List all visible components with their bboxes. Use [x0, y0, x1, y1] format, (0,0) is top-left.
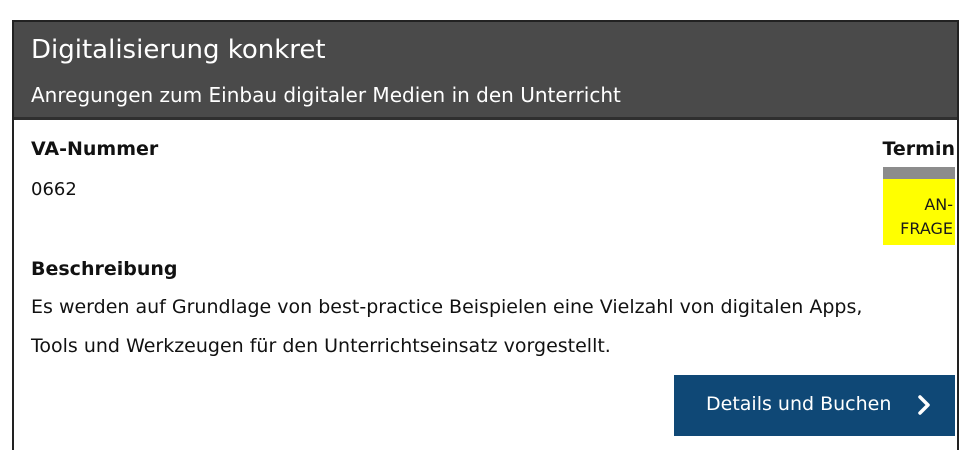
- termin-label: Termin: [882, 138, 955, 160]
- termin-badge-bar: [883, 167, 955, 179]
- va-number-label: VA-Nummer: [31, 138, 159, 160]
- details-and-book-button[interactable]: Details und Buchen: [674, 375, 955, 436]
- course-card: Digitalisierung konkret Anregungen zum E…: [12, 20, 959, 450]
- card-header: Digitalisierung konkret Anregungen zum E…: [14, 22, 957, 120]
- course-title: Digitalisierung konkret: [31, 35, 326, 65]
- description-text: Es werden auf Grundlage von best-practic…: [31, 296, 863, 357]
- details-and-book-label: Details und Buchen: [706, 393, 892, 415]
- course-subtitle: Anregungen zum Einbau digitaler Medien i…: [31, 83, 621, 107]
- chevron-right-icon: [918, 395, 930, 415]
- description-label: Beschreibung: [31, 258, 178, 280]
- termin-badge-text: AN- FRAGE: [900, 195, 953, 238]
- termin-status-badge: AN- FRAGE: [883, 167, 955, 245]
- va-number-value: 0662: [31, 179, 77, 200]
